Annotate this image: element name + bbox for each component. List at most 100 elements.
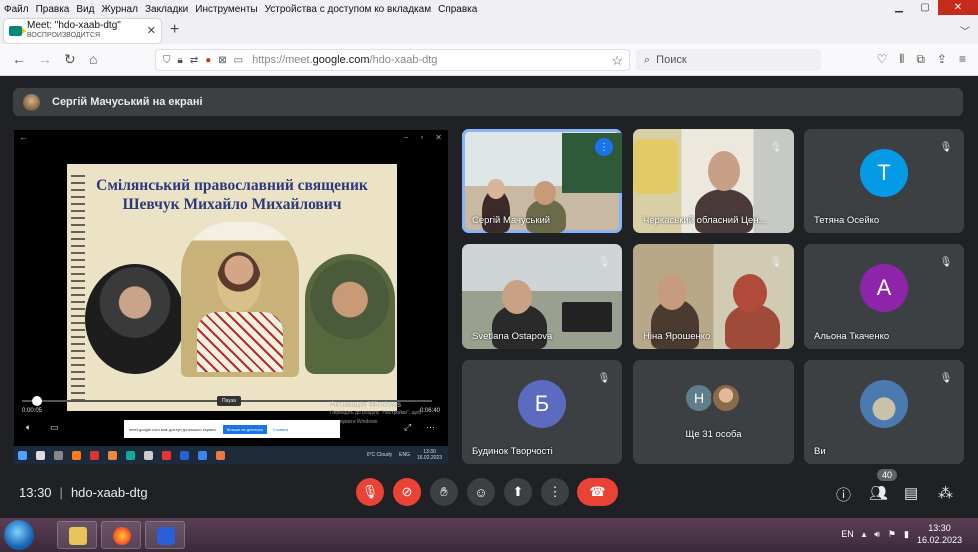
- taskbar-word[interactable]: [145, 521, 185, 549]
- minimize-stage-icon[interactable]: −: [404, 133, 409, 142]
- close-stage-icon[interactable]: ✕: [435, 133, 442, 142]
- tab-subtitle: ВОСПРОИЗВОДИТСЯ: [27, 32, 101, 39]
- menu-tools[interactable]: Инструменты: [195, 4, 257, 15]
- volume-icon[interactable]: 🔈︎: [26, 422, 31, 433]
- presenter-banner: Сергій Мачуський на екрані: [13, 88, 963, 116]
- search-input[interactable]: ⌕ Поиск: [636, 49, 821, 71]
- navigation-bar: ← → ↻ ⌂ ⛉ 🔒︎ ⇄ ● ⊠ ▭ https://meet.google…: [0, 44, 978, 76]
- meeting-code: hdo-xaab-dtg: [70, 485, 148, 500]
- activities-icon[interactable]: ⁂: [938, 484, 953, 502]
- windows-start-icon[interactable]: [4, 520, 34, 550]
- self-tile[interactable]: 🎙︎ Ви: [804, 360, 964, 464]
- participant-tile[interactable]: Т 🎙︎ Тетяна Осейко: [804, 129, 964, 233]
- share-icon[interactable]: ⇪: [937, 52, 947, 67]
- more-options-icon[interactable]: ⋮: [541, 478, 569, 506]
- stop-sharing-button[interactable]: Більше не ділитися: [222, 424, 267, 434]
- new-tab-icon[interactable]: +: [170, 21, 179, 39]
- activation-text: Перейдіть до розділу "Настройки", щоб ак…: [330, 410, 422, 425]
- home-icon[interactable]: ⌂: [89, 51, 97, 67]
- app-icon: [216, 450, 225, 460]
- menu-view[interactable]: Вид: [76, 4, 94, 15]
- pocket-icon[interactable]: ♡: [877, 52, 888, 67]
- mic-off-icon: 🎙︎: [769, 141, 783, 153]
- inner-weather: 0°C Cloudy: [366, 452, 393, 458]
- maximize-icon[interactable]: ▢: [912, 0, 938, 15]
- camera-toggle-icon[interactable]: ⊘: [393, 478, 421, 506]
- minimize-icon[interactable]: ▁: [886, 0, 912, 15]
- taskbar-firefox[interactable]: [101, 521, 141, 549]
- back-icon[interactable]: ←: [19, 132, 28, 142]
- presentation-stage[interactable]: ← − ▫ ✕ Смілянський православний священи…: [14, 130, 448, 464]
- menu-edit[interactable]: Правка: [36, 4, 70, 15]
- close-tab-icon[interactable]: ✕: [147, 24, 156, 37]
- microphone-icon[interactable]: ●: [205, 55, 211, 66]
- present-screen-icon[interactable]: ⬆: [504, 478, 532, 506]
- meet-control-bar: 13:30 | hdo-xaab-dtg 🎙︎ ⊘ ✋︎ ☺ ⬆ ⋮ ☎ ⓘ 40 …: [0, 469, 978, 513]
- shield-icon[interactable]: ⛉: [163, 55, 171, 66]
- stage-top-icons: − ▫ ✕: [404, 133, 442, 142]
- hide-notice-button[interactable]: Сховати: [273, 427, 288, 432]
- photo-priest-left: [85, 264, 185, 374]
- more-participants-tile[interactable]: Н Ще 31 особа: [633, 360, 794, 464]
- raise-hand-icon[interactable]: ✋︎: [430, 478, 458, 506]
- taskbar-explorer[interactable]: [57, 521, 97, 549]
- participant-tile[interactable]: ⋮ Сергій Мачуський: [462, 129, 622, 233]
- end-call-icon[interactable]: ☎: [577, 478, 618, 506]
- emoji-reaction-icon[interactable]: ☺: [467, 478, 495, 506]
- menu-bookmarks[interactable]: Закладки: [145, 4, 188, 15]
- participant-tile[interactable]: 🎙︎ Svetlana Ostapova: [462, 244, 622, 349]
- screen-share-icon[interactable]: ▭: [234, 55, 243, 66]
- participant-tile[interactable]: 🎙︎ Ніна Ярошенко: [633, 244, 794, 349]
- back-arrow-icon[interactable]: ←: [12, 51, 26, 67]
- address-bar[interactable]: ⛉ 🔒︎ ⇄ ● ⊠ ▭ https://meet.google.com/hdo…: [155, 49, 630, 71]
- permissions-icon[interactable]: ⇄: [190, 55, 198, 66]
- app-icon: [162, 450, 171, 460]
- menu-history[interactable]: Журнал: [101, 4, 138, 15]
- meeting-time: 13:30: [19, 485, 52, 500]
- chalkboard: [562, 133, 622, 193]
- subtitles-icon[interactable]: ▭: [50, 422, 59, 433]
- toolbar-right: ♡ ⫴ ⧉ ⇪ ≡: [877, 52, 966, 67]
- presenter-text: Сергій Мачуський на екрані: [52, 96, 203, 108]
- flag-icon[interactable]: ⚑: [888, 529, 896, 540]
- inner-date: 16.02.2023: [416, 455, 442, 461]
- app-icon: [198, 450, 207, 460]
- participant-tile[interactable]: А 🎙︎ Альона Ткаченко: [804, 244, 964, 349]
- clock[interactable]: 13:30 16.02.2023: [917, 522, 962, 546]
- volume-icon[interactable]: 🔊︎: [874, 529, 880, 540]
- chat-icon[interactable]: ▤: [904, 484, 918, 502]
- close-window-icon[interactable]: ✕: [938, 0, 978, 15]
- extensions-icon[interactable]: ⧉: [916, 52, 925, 67]
- network-icon[interactable]: ▮: [904, 529, 909, 540]
- bookmark-star-icon[interactable]: ☆: [611, 53, 623, 69]
- separator: |: [59, 485, 63, 500]
- person-head: [487, 179, 505, 199]
- forward-arrow-icon[interactable]: →: [38, 51, 52, 67]
- menu-synced-tabs[interactable]: Устройства с доступом ко вкладкам: [265, 4, 431, 15]
- camera-off-icon[interactable]: ⊠: [218, 55, 226, 66]
- people-icon[interactable]: 👥︎: [869, 484, 888, 502]
- tab-list-chevron-icon[interactable]: ﹀: [960, 23, 970, 38]
- mic-toggle-icon[interactable]: 🎙︎: [356, 478, 384, 506]
- participant-tile[interactable]: 🎙︎ Черкаський обласний Цен...: [633, 129, 794, 233]
- menu-file[interactable]: Файл: [4, 4, 29, 15]
- tab-meet[interactable]: Meet: "hdo-xaab-dtg" ВОСПРОИЗВОДИТСЯ ✕: [4, 19, 161, 43]
- meet-favicon-icon: [9, 26, 26, 36]
- slide-title-line-2: Шевчук Михайло Михайлович: [122, 196, 342, 213]
- hamburger-menu-icon[interactable]: ≡: [959, 52, 966, 67]
- reload-icon[interactable]: ↻: [64, 51, 76, 67]
- word-icon: [157, 527, 175, 545]
- library-icon[interactable]: ⫴: [899, 52, 904, 67]
- system-tray: EN ▴ 🔊︎ ⚑ ▮ 13:30 16.02.2023: [841, 522, 962, 546]
- pip-icon[interactable]: ▫: [420, 133, 423, 142]
- search-icon: ⌕: [644, 53, 651, 66]
- inner-clock: 13:30 16.02.2023: [417, 449, 442, 461]
- menu-help[interactable]: Справка: [438, 4, 477, 15]
- progress-handle[interactable]: [32, 396, 42, 406]
- lock-icon[interactable]: 🔒︎: [178, 55, 183, 66]
- meeting-details-icon[interactable]: ⓘ: [836, 484, 851, 505]
- inner-tray: 0°C Cloudy ENG 13:30 16.02.2023: [367, 449, 442, 461]
- language-indicator[interactable]: EN: [841, 529, 854, 539]
- participant-tile[interactable]: Б 🎙︎ Будинок Творчості: [462, 360, 622, 464]
- tray-arrow-icon[interactable]: ▴: [862, 529, 867, 540]
